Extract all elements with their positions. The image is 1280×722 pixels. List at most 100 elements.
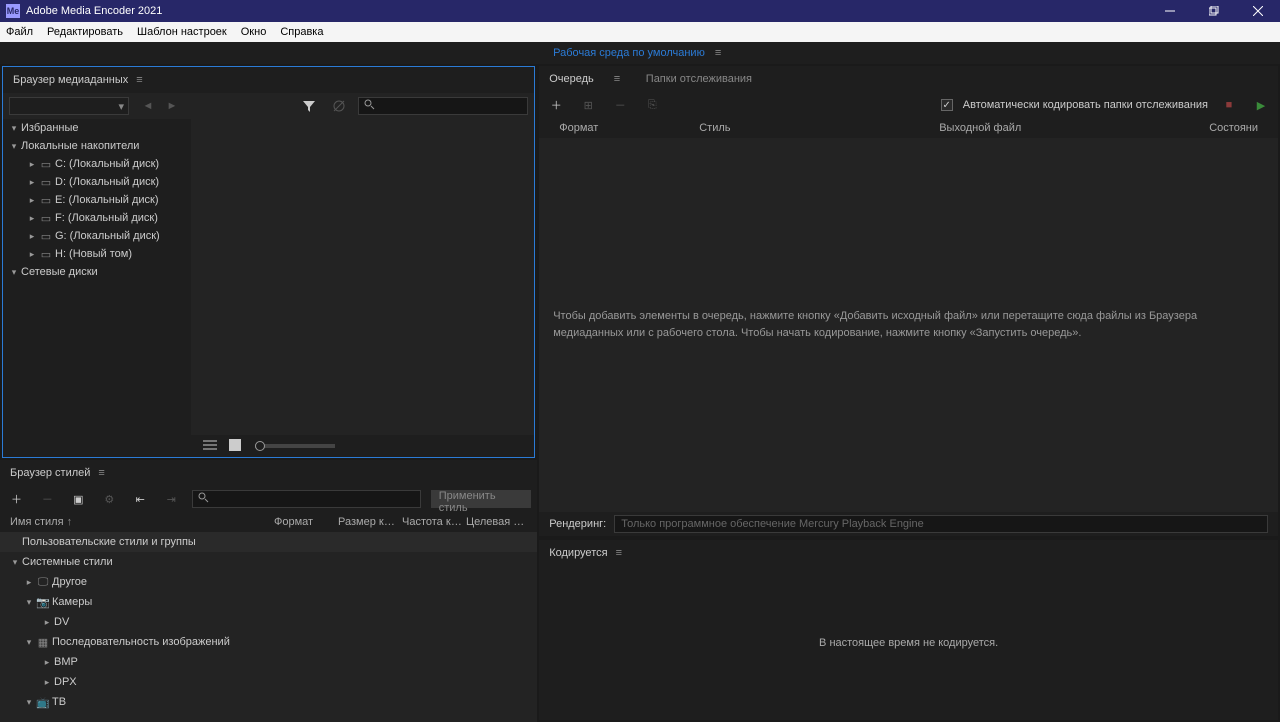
queue-tabs: Очередь ≡ Папки отслеживания bbox=[539, 66, 1278, 92]
close-button[interactable] bbox=[1236, 0, 1280, 22]
tree-network[interactable]: ▾Сетевые диски bbox=[3, 263, 191, 281]
media-browser-tree: ▾Избранные ▾Локальные накопители ▸▭C: (Л… bbox=[3, 119, 191, 435]
media-browser-content bbox=[191, 119, 534, 435]
encoding-body: В настоящее время не кодируется. bbox=[539, 566, 1278, 720]
col-preset[interactable]: Стиль bbox=[699, 122, 939, 134]
list-view-icon[interactable] bbox=[203, 439, 221, 453]
menu-preset[interactable]: Шаблон настроек bbox=[137, 26, 227, 38]
col-name[interactable]: Имя стиля ↑ bbox=[10, 516, 270, 528]
queue-headers: Формат Стиль Выходной файл Состояни bbox=[539, 118, 1278, 138]
drive-icon: ▭ bbox=[39, 158, 53, 171]
tree-drive-e[interactable]: ▸▭E: (Локальный диск) bbox=[21, 191, 191, 209]
col-format[interactable]: Формат bbox=[274, 516, 334, 528]
panel-menu-icon[interactable]: ≡ bbox=[98, 467, 110, 479]
col-format[interactable]: Формат bbox=[559, 122, 699, 134]
drive-icon: ▭ bbox=[39, 230, 53, 243]
add-preset-icon[interactable]: ＋ bbox=[6, 488, 27, 510]
preset-group-cameras[interactable]: ▾📷Камеры bbox=[0, 592, 537, 612]
preset-settings-icon[interactable]: ⚙ bbox=[99, 488, 120, 510]
preset-group-user[interactable]: Пользовательские стили и группы bbox=[0, 532, 537, 552]
add-output-icon[interactable]: ⊞ bbox=[577, 94, 599, 116]
drive-icon: ▭ bbox=[39, 176, 53, 189]
menu-edit[interactable]: Редактировать bbox=[47, 26, 123, 38]
col-status[interactable]: Состояни bbox=[1209, 122, 1258, 134]
panel-menu-icon[interactable]: ≡ bbox=[614, 73, 626, 85]
queue-empty-message: Чтобы добавить элементы в очередь, нажми… bbox=[553, 308, 1264, 341]
preset-group-other[interactable]: ▸🖵Другое bbox=[0, 572, 537, 592]
menu-window[interactable]: Окно bbox=[241, 26, 267, 38]
tab-queue[interactable]: Очередь bbox=[549, 73, 594, 85]
export-preset-icon[interactable]: ⇥ bbox=[161, 488, 182, 510]
preset-group-system[interactable]: ▾Системные стили bbox=[0, 552, 537, 572]
menubar: Файл Редактировать Шаблон настроек Окно … bbox=[0, 22, 1280, 42]
col-target[interactable]: Целевая ч... bbox=[466, 516, 526, 528]
panel-menu-icon[interactable]: ≡ bbox=[616, 547, 628, 559]
tree-drive-f[interactable]: ▸▭F: (Локальный диск) bbox=[21, 209, 191, 227]
drive-icon: ▭ bbox=[39, 248, 53, 261]
remove-icon[interactable]: － bbox=[609, 94, 631, 116]
stop-queue-icon[interactable]: ■ bbox=[1218, 94, 1240, 116]
start-queue-icon[interactable]: ▶ bbox=[1250, 94, 1272, 116]
queue-body[interactable]: Чтобы добавить элементы в очередь, нажми… bbox=[539, 138, 1278, 512]
monitor-icon: 🖵 bbox=[36, 576, 50, 589]
tree-local-drives[interactable]: ▾Локальные накопители bbox=[3, 137, 191, 155]
slider-handle[interactable] bbox=[255, 441, 265, 451]
remove-preset-icon[interactable]: － bbox=[37, 488, 58, 510]
image-icon: ▦ bbox=[36, 636, 50, 649]
preset-column-headers: Имя стиля ↑ Формат Размер ка... Частота … bbox=[0, 512, 537, 532]
workspace-bar: Рабочая среда по умолчанию ≡ bbox=[0, 42, 1280, 64]
app-title: Adobe Media Encoder 2021 bbox=[26, 5, 162, 17]
preset-tree: Пользовательские стили и группы ▾Системн… bbox=[0, 532, 537, 722]
drive-icon: ▭ bbox=[39, 212, 53, 225]
maximize-button[interactable] bbox=[1192, 0, 1236, 22]
workspace-label[interactable]: Рабочая среда по умолчанию bbox=[553, 47, 705, 59]
search-input[interactable] bbox=[358, 97, 528, 115]
tree-favorites[interactable]: ▾Избранные bbox=[3, 119, 191, 137]
tree-drive-d[interactable]: ▸▭D: (Локальный диск) bbox=[21, 173, 191, 191]
col-fps[interactable]: Частота ка... bbox=[402, 516, 462, 528]
tree-drive-g[interactable]: ▸▭G: (Локальный диск) bbox=[21, 227, 191, 245]
encoding-idle-message: В настоящее время не кодируется. bbox=[819, 637, 998, 649]
media-browser-header[interactable]: Браузер медиаданных ≡ bbox=[3, 67, 534, 93]
thumb-view-icon[interactable] bbox=[229, 439, 247, 453]
renderer-dropdown[interactable]: Только программное обеспечение Mercury P… bbox=[614, 515, 1268, 533]
minimize-button[interactable] bbox=[1148, 0, 1192, 22]
preset-browser-header[interactable]: Браузер стилей ≡ bbox=[0, 460, 537, 486]
tree-drive-c[interactable]: ▸▭C: (Локальный диск) bbox=[21, 155, 191, 173]
preset-dpx[interactable]: ▸DPX bbox=[0, 672, 537, 692]
col-size[interactable]: Размер ка... bbox=[338, 516, 398, 528]
preset-search-input[interactable] bbox=[192, 490, 421, 508]
col-output[interactable]: Выходной файл bbox=[939, 122, 1209, 134]
tab-watch-folders[interactable]: Папки отслеживания bbox=[646, 73, 752, 85]
thumb-size-slider[interactable] bbox=[255, 444, 335, 448]
duplicate-icon[interactable]: ⎘ bbox=[641, 94, 663, 116]
filter-icon[interactable] bbox=[298, 95, 320, 117]
encoding-title: Кодируется bbox=[549, 547, 607, 559]
menu-file[interactable]: Файл bbox=[6, 26, 33, 38]
apply-preset-button[interactable]: Применить стиль bbox=[431, 490, 532, 508]
preset-group-tv[interactable]: ▾📺ТВ bbox=[0, 692, 537, 712]
drive-icon: ▭ bbox=[39, 194, 53, 207]
panel-menu-icon[interactable]: ≡ bbox=[136, 74, 148, 86]
nav-dropdown[interactable]: ▾ bbox=[9, 97, 129, 115]
auto-encode-checkbox[interactable] bbox=[941, 99, 953, 111]
new-group-icon[interactable]: ▣ bbox=[68, 488, 89, 510]
preset-bmp[interactable]: ▸BMP bbox=[0, 652, 537, 672]
app-icon: Me bbox=[6, 4, 20, 18]
encoding-header[interactable]: Кодируется ≡ bbox=[539, 540, 1278, 566]
tree-drive-h[interactable]: ▸▭H: (Новый том) bbox=[21, 245, 191, 263]
menu-help[interactable]: Справка bbox=[280, 26, 323, 38]
auto-encode-label: Автоматически кодировать папки отслежива… bbox=[963, 99, 1208, 111]
rendering-label: Рендеринг: bbox=[549, 518, 606, 530]
nav-forward-icon[interactable]: ► bbox=[161, 95, 183, 117]
preset-group-imgseq[interactable]: ▾▦Последовательность изображений bbox=[0, 632, 537, 652]
preset-dv[interactable]: ▸DV bbox=[0, 612, 537, 632]
add-source-icon[interactable]: ＋ bbox=[545, 94, 567, 116]
render-bar: Рендеринг: Только программное обеспечени… bbox=[539, 512, 1278, 536]
media-browser-toolbar: ▾ ◄ ► bbox=[3, 93, 534, 119]
preset-browser-toolbar: ＋ － ▣ ⚙ ⇤ ⇥ Применить стиль bbox=[0, 486, 537, 512]
workspace-menu-icon[interactable]: ≡ bbox=[715, 47, 727, 59]
import-preset-icon[interactable]: ⇤ bbox=[130, 488, 151, 510]
nav-back-icon[interactable]: ◄ bbox=[137, 95, 159, 117]
ingest-icon[interactable] bbox=[328, 95, 350, 117]
